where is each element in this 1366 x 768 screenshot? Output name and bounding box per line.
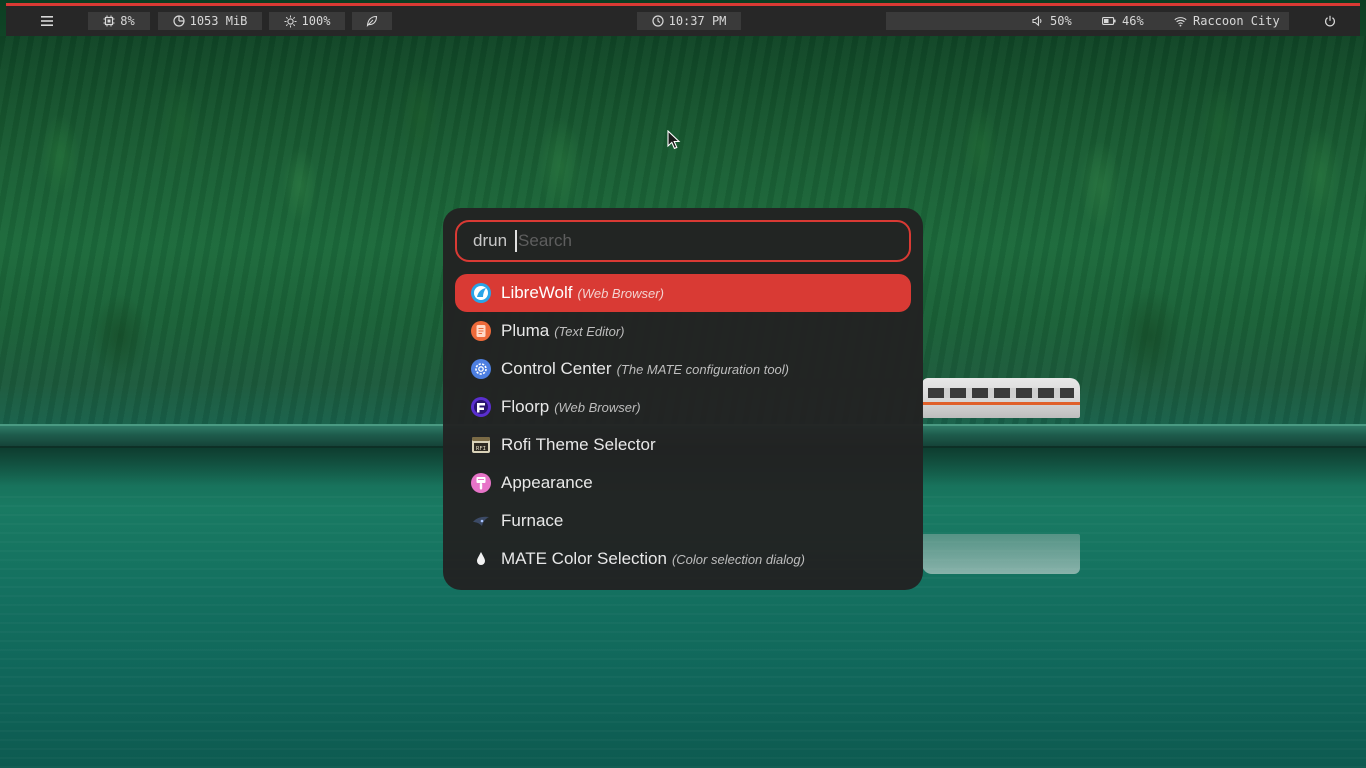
search-input[interactable] [518,231,879,251]
app-description: (Web Browser) [554,399,641,415]
leaf-icon [366,15,378,27]
control-center-icon [470,358,492,380]
pluma-icon [470,320,492,342]
cpu-icon [103,15,115,27]
appearance-icon [470,472,492,494]
status-tray: 50% 46% Raccoon City [886,12,1289,30]
list-item-pluma[interactable]: Pluma (Text Editor) [455,312,911,350]
clock-icon [651,15,664,27]
cpu-value: 8% [120,14,135,28]
color-drop-icon [470,548,492,570]
mode-prompt: drun [473,231,508,250]
leaf-button[interactable] [352,12,392,30]
power-button[interactable] [1318,12,1342,30]
app-name: LibreWolf [501,283,573,302]
app-name: MATE Color Selection [501,549,667,568]
power-icon [1324,15,1336,27]
memory-value: 1053 MiB [189,14,248,28]
app-launcher: drun LibreWolf (Web Browser) Pluma (Text… [443,208,923,590]
speaker-icon [1032,15,1044,27]
app-name: Floorp [501,397,550,416]
app-name: Appearance [501,473,593,492]
svg-text:RFI: RFI [476,446,486,452]
search-box[interactable]: drun [455,220,911,262]
app-name: Control Center [501,359,612,378]
wifi-icon [1174,16,1187,27]
app-description: (The MATE configuration tool) [616,361,790,377]
list-item-mate-color-selection[interactable]: MATE Color Selection (Color selection di… [455,540,911,578]
text-caret [515,230,518,252]
battery-value: 46% [1122,14,1144,28]
battery-icon [1102,16,1116,26]
hamburger-menu-icon [41,16,53,26]
brightness-indicator[interactable]: 100% [269,12,345,30]
app-list: LibreWolf (Web Browser) Pluma (Text Edit… [455,274,911,578]
volume-indicator[interactable]: 50% [1032,14,1072,28]
wifi-network-name: Raccoon City [1193,14,1280,28]
librewolf-icon [470,282,492,304]
app-name: Pluma [501,321,550,340]
list-item-control-center[interactable]: Control Center (The MATE configuration t… [455,350,911,388]
menu-button[interactable] [34,12,60,30]
floorp-icon [470,396,492,418]
list-item-furnace[interactable]: Furnace [455,502,911,540]
app-name: Furnace [501,511,564,530]
wallpaper-train [922,378,1080,418]
memory-indicator[interactable]: 1053 MiB [158,12,262,30]
list-item-rofi-theme-selector[interactable]: RFI Rofi Theme Selector [455,426,911,464]
mouse-pointer-icon [667,129,681,154]
app-description: (Color selection dialog) [671,551,805,567]
cpu-indicator[interactable]: 8% [88,12,150,30]
app-description: (Web Browser) [577,285,664,301]
volume-value: 50% [1050,14,1072,28]
list-item-appearance[interactable]: Appearance [455,464,911,502]
app-name: Rofi Theme Selector [501,435,656,454]
brightness-value: 100% [301,14,331,28]
furnace-icon [470,510,492,532]
clock-time: 10:37 PM [668,14,727,28]
brightness-sun-icon [284,15,297,28]
list-item-floorp[interactable]: Floorp (Web Browser) [455,388,911,426]
wifi-indicator[interactable]: Raccoon City [1174,14,1280,28]
top-panel: 8% 1053 MiB 100% 10:37 PM 50% 46% Raccoo… [6,3,1360,36]
clock[interactable]: 10:37 PM [637,12,741,30]
list-item-librewolf[interactable]: LibreWolf (Web Browser) [455,274,911,312]
battery-indicator[interactable]: 46% [1102,14,1144,28]
memory-pie-icon [172,15,185,27]
app-description: (Text Editor) [554,323,625,339]
rofi-theme-icon: RFI [470,434,492,456]
